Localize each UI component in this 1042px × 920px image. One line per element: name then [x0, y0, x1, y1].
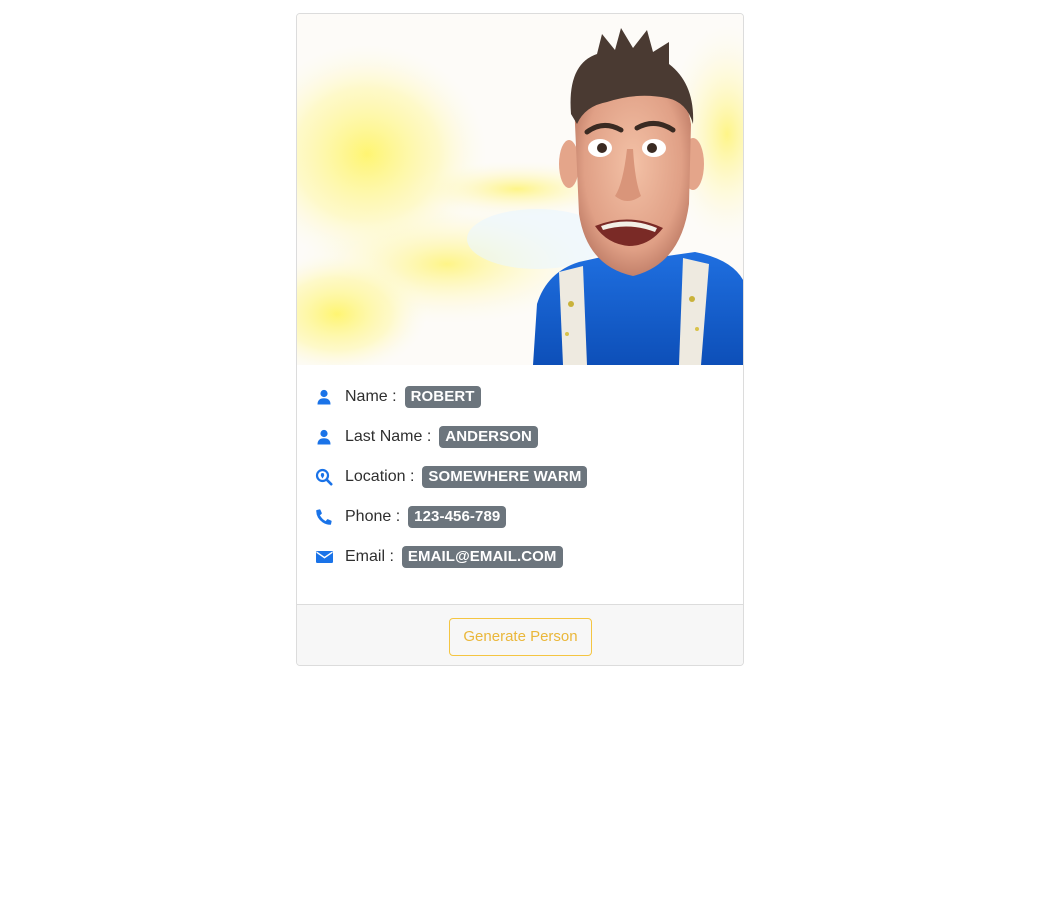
last-name-value-badge: ANDERSON [439, 426, 538, 448]
email-label: Email : [345, 548, 394, 565]
field-row-phone: Phone : 123-456-789 [315, 505, 507, 529]
search-location-icon [315, 468, 333, 486]
email-value-badge: EMAIL@EMAIL.COM [401, 546, 563, 568]
last-name-label: Last Name : [345, 428, 432, 445]
name-value-badge: ROBERT [404, 386, 481, 408]
person-details: Name : ROBERT Last Name : ANDERSON Locat… [297, 365, 743, 605]
person-card: Name : ROBERT Last Name : ANDERSON Locat… [296, 13, 744, 666]
phone-icon [315, 508, 333, 526]
generate-person-button[interactable]: Generate Person [449, 618, 592, 656]
field-row-location: Location : SOMEWHERE WARM [315, 465, 588, 489]
field-row-last-name: Last Name : ANDERSON [315, 425, 538, 449]
phone-value-badge: 123-456-789 [408, 506, 507, 528]
location-label: Location : [345, 468, 415, 485]
user-icon [315, 388, 333, 406]
field-row-name: Name : ROBERT [315, 385, 481, 409]
person-photo-illustration [297, 14, 743, 365]
name-label: Name : [345, 388, 397, 405]
phone-label: Phone : [345, 508, 401, 525]
user-icon [315, 428, 333, 446]
person-photo [297, 14, 743, 365]
location-value-badge: SOMEWHERE WARM [422, 466, 588, 488]
card-footer: Generate Person [297, 604, 743, 665]
envelope-icon [315, 548, 333, 566]
field-row-email: Email : EMAIL@EMAIL.COM [315, 545, 563, 569]
